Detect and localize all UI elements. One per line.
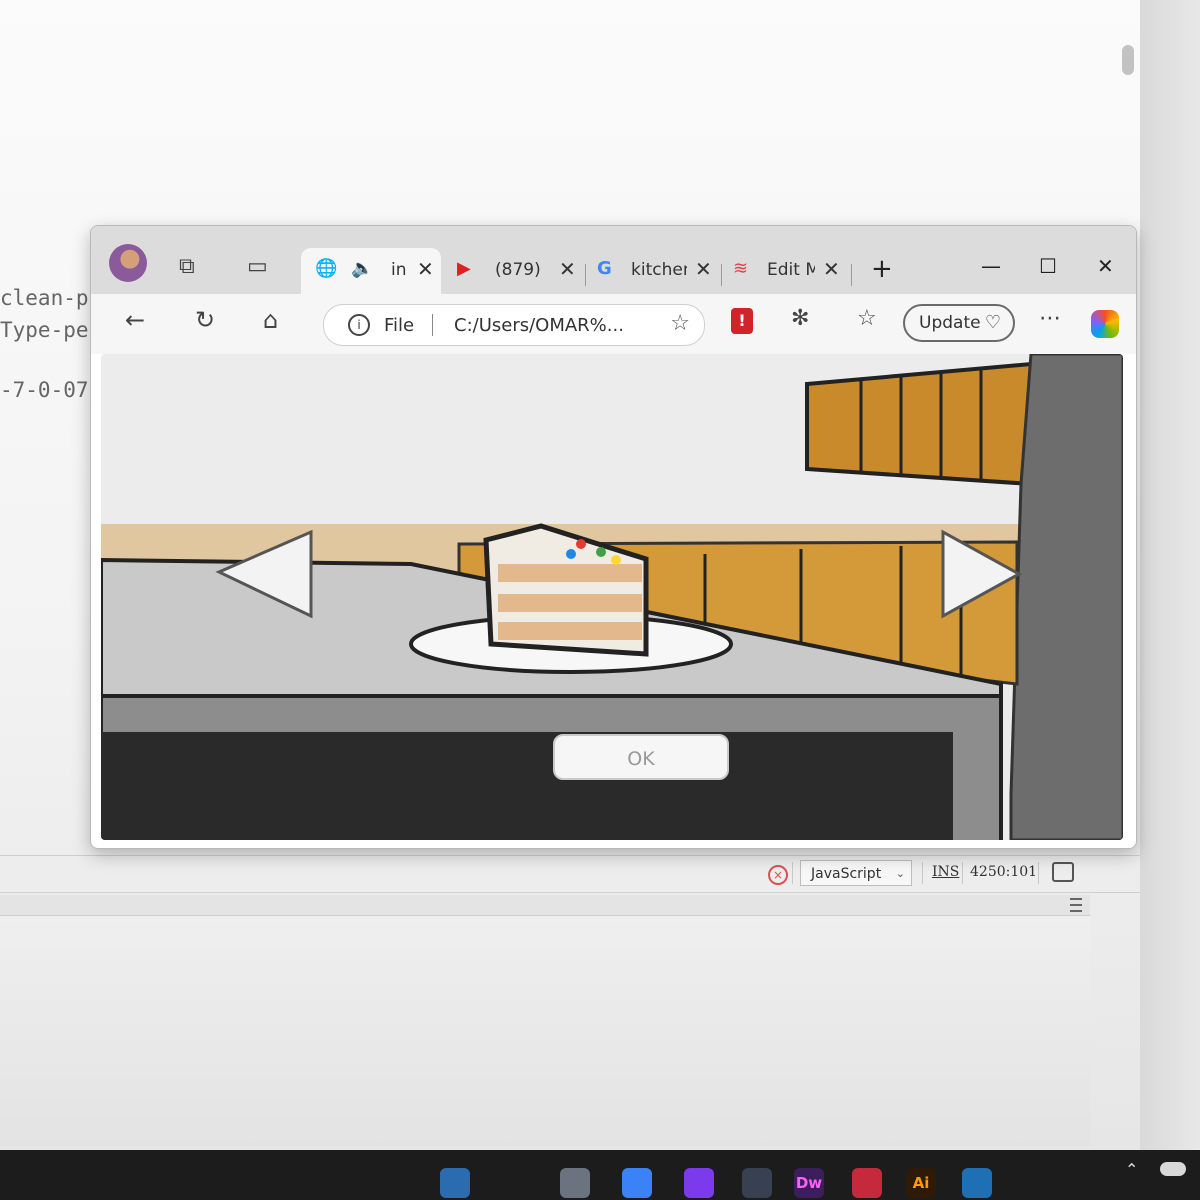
address-url: C:/Users/OMAR%... [454,315,624,336]
dreamweaver-icon[interactable]: Dw [794,1168,824,1198]
properties-header [0,895,1090,916]
tray-chevron-up-icon[interactable]: ⌃ [1125,1160,1138,1179]
browser-toolbar: ← ↻ ⌂ i File C:/Users/OMAR%... ☆ ! ✻ ☆ U… [91,294,1136,354]
info-icon[interactable]: i [348,314,370,336]
tab-divider [721,264,722,286]
back-button[interactable]: ← [125,306,145,334]
tab-google[interactable]: G kitchen ✕ [591,248,721,294]
divider [962,862,963,884]
illustrator-icon[interactable]: Ai [906,1168,936,1198]
edit-app-icon: ≋ [733,258,749,279]
cursor-position: 4250:101 [970,864,1038,880]
language-select[interactable]: JavaScript ⌄ [800,860,912,886]
counter-drawer [101,732,953,840]
youtube-icon: ▶ [457,258,471,279]
taskbar-app-icon[interactable] [440,1168,470,1198]
divider [792,862,793,884]
settings-more-icon[interactable]: ⋯ [1039,306,1061,331]
properties-panel [0,916,1090,1146]
editor-scrollbar[interactable] [1122,45,1134,75]
copilot-icon[interactable] [1091,310,1119,338]
steam-icon[interactable] [742,1168,772,1198]
close-tab-icon[interactable]: ✕ [417,257,434,281]
live-preview-icon[interactable] [1052,862,1074,882]
vertical-tabs-icon[interactable]: ▭ [247,254,268,279]
code-line: Type-pe [0,318,89,342]
error-icon[interactable]: × [768,865,788,885]
editor-status-bar: × JavaScript ⌄ INS 4250:101 [0,855,1140,893]
language-label: JavaScript [811,866,882,882]
creative-cloud-icon[interactable] [852,1168,882,1198]
insert-mode-toggle[interactable]: INS [932,864,959,880]
calculator-icon[interactable] [962,1168,992,1198]
close-tab-icon[interactable]: ✕ [695,257,712,281]
panel-menu-icon[interactable] [1070,898,1082,912]
taskbar-app-icon[interactable] [560,1168,590,1198]
ok-button[interactable]: OK [553,734,729,780]
tab-edit[interactable]: ≋ Edit M ✕ [729,248,849,294]
code-line: -7-0-07 [0,378,89,402]
taskbar-app-icon[interactable] [622,1168,652,1198]
google-icon: G [597,258,612,279]
upper-cabinets [805,361,1033,487]
address-bar[interactable]: i File C:/Users/OMAR%... ☆ [323,304,705,346]
divider [432,314,433,336]
maximize-button[interactable]: ☐ [1039,254,1057,278]
globe-icon: 🌐 [315,258,338,279]
close-window-button[interactable]: ✕ [1097,254,1114,278]
new-tab-button[interactable]: + [871,254,893,284]
close-tab-icon[interactable]: ✕ [559,257,576,281]
refrigerator [1009,354,1123,840]
divider [1038,862,1039,884]
close-tab-icon[interactable]: ✕ [823,257,840,281]
tab-divider [585,264,586,286]
favorites-icon[interactable]: ☆ [857,306,877,331]
profile-avatar[interactable] [109,244,147,282]
browser-health-icon: ♡ [984,312,1001,333]
extension-icon[interactable]: ! [731,308,753,334]
refresh-button[interactable]: ↻ [195,306,215,334]
taskbar-app-icon[interactable] [684,1168,714,1198]
home-button[interactable]: ⌂ [263,306,278,334]
tab-divider [851,264,852,286]
update-button[interactable]: Update ♡ [903,304,1015,342]
speaker-icon[interactable]: 🔈 [351,258,373,279]
tab-label: (879) S [495,260,547,280]
divider [922,862,923,884]
favorite-star-icon[interactable]: ☆ [670,311,690,336]
minimize-button[interactable]: — [981,254,1001,278]
tab-label: Edit M [767,260,815,280]
onedrive-cloud-icon[interactable] [1160,1162,1186,1176]
tab-youtube[interactable]: ▶ (879) S ✕ [451,248,581,294]
tab-label: in [391,260,407,280]
game-viewport: OK [101,354,1123,840]
address-scheme: File [384,315,415,336]
chevron-down-icon: ⌄ [895,867,905,880]
editor-right-edge [1140,0,1200,1150]
extensions-puzzle-icon[interactable]: ✻ [791,306,809,331]
browser-window: ⧉ ▭ 🌐 🔈 in ✕ ▶ (879) S ✕ G kitchen ✕ ≋ E… [90,225,1137,849]
code-line: clean-p [0,286,89,310]
tab-label: kitchen [631,260,687,280]
tab-active[interactable]: 🌐 🔈 in ✕ [301,248,441,294]
tab-strip: ⧉ ▭ 🌐 🔈 in ✕ ▶ (879) S ✕ G kitchen ✕ ≋ E… [91,226,1136,294]
taskbar: Dw Ai [0,1150,1200,1200]
update-label: Update [919,313,981,333]
workspaces-icon[interactable]: ⧉ [179,254,195,279]
